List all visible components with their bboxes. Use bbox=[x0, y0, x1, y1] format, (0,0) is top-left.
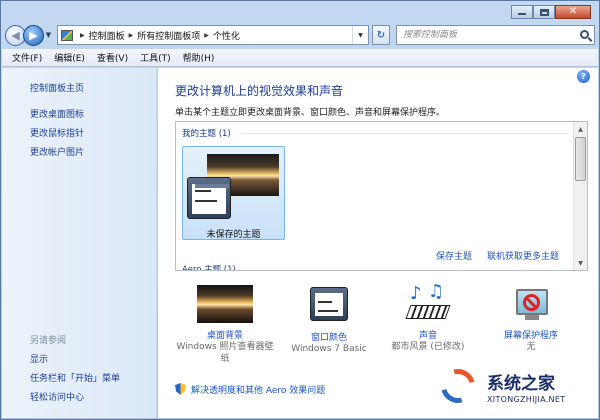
watermark-logo-icon bbox=[434, 362, 482, 410]
control-panel-icon bbox=[61, 29, 73, 41]
breadcrumb-separator-icon[interactable]: ▶ bbox=[80, 32, 85, 39]
breadcrumb-all-items[interactable]: 所有控制面板项 bbox=[137, 29, 200, 42]
window-preview-body bbox=[192, 184, 229, 214]
watermark: 系统之家 XITONGZHIJIA.NET bbox=[434, 362, 600, 420]
screen-saver-item[interactable]: 屏幕保护程序 无 bbox=[476, 285, 586, 353]
ease-of-access-link[interactable]: 轻松访问中心 bbox=[30, 390, 84, 403]
search-icon[interactable] bbox=[580, 30, 589, 39]
theme-list-scrollbar[interactable]: ▲ ▼ bbox=[573, 122, 587, 270]
troubleshoot-aero-link[interactable]: 解决透明度和其他 Aero 效果问题 bbox=[191, 383, 325, 396]
unsaved-theme-tile[interactable]: 未保存的主题 bbox=[182, 146, 285, 240]
refresh-icon: ↻ bbox=[376, 29, 386, 41]
menu-view[interactable]: 查看(V) bbox=[97, 51, 128, 64]
menu-edit[interactable]: 编辑(E) bbox=[54, 51, 85, 64]
refresh-button[interactable]: ↻ bbox=[372, 25, 390, 45]
theme-window-preview bbox=[187, 177, 231, 219]
desktop-background-label[interactable]: 桌面背景 bbox=[170, 328, 280, 341]
recent-pages-dropdown[interactable]: ▼ bbox=[44, 31, 53, 39]
menu-bar: 文件(F) 编辑(E) 查看(V) 工具(T) 帮助(H) bbox=[2, 49, 598, 67]
window-color-label[interactable]: 窗口颜色 bbox=[274, 330, 384, 343]
desktop-background-item[interactable]: 桌面背景 Windows 照片查看器壁 纸 bbox=[170, 285, 280, 365]
sounds-item[interactable]: ♪ ♫ 声音 都市风景 (已修改) bbox=[373, 281, 483, 353]
caption-buttons: ✕ bbox=[511, 5, 591, 19]
close-icon: ✕ bbox=[568, 6, 578, 17]
window-preview-line bbox=[195, 200, 217, 202]
save-theme-link[interactable]: 保存主题 bbox=[436, 249, 472, 262]
change-desktop-icons-link[interactable]: 更改桌面图标 bbox=[30, 107, 84, 120]
maximize-icon bbox=[539, 8, 549, 16]
watermark-url: XITONGZHIJIA.NET bbox=[487, 395, 566, 404]
close-button[interactable]: ✕ bbox=[555, 5, 591, 19]
breadcrumb-control-panel[interactable]: 控制面板 bbox=[89, 29, 125, 42]
back-arrow-icon: ◀ bbox=[11, 28, 20, 42]
forward-arrow-icon: ▶ bbox=[29, 28, 38, 42]
page-title: 更改计算机上的视觉效果和声音 bbox=[175, 84, 344, 98]
sounds-icon: ♪ ♫ bbox=[404, 281, 452, 325]
personalization-window: ✕ ◀ ▶ ▼ ▶ 控制面板 ▶ 所有控制面板项 ▶ 个性化 ▼ ↻ 文件(F)… bbox=[0, 0, 600, 420]
help-icon[interactable]: ? bbox=[577, 70, 590, 83]
change-account-picture-link[interactable]: 更改帐户图片 bbox=[30, 145, 84, 158]
screen-saver-label[interactable]: 屏幕保护程序 bbox=[476, 328, 586, 341]
window-preview-line bbox=[195, 190, 211, 192]
sounds-value: 都市风景 (已修改) bbox=[391, 342, 465, 352]
maximize-button[interactable] bbox=[533, 5, 555, 19]
desktop-background-icon bbox=[197, 285, 253, 323]
display-link[interactable]: 显示 bbox=[30, 352, 48, 365]
desktop-background-value: Windows 照片查看器壁 bbox=[176, 342, 274, 352]
theme-list[interactable]: 我的主题 (1) 未保存的主题 保存主题 联机获取更多主题 Aero 主题 (1… bbox=[175, 121, 588, 271]
unsaved-theme-label: 未保存的主题 bbox=[206, 230, 261, 240]
menu-file[interactable]: 文件(F) bbox=[12, 51, 42, 64]
forward-button[interactable]: ▶ bbox=[23, 24, 44, 46]
breadcrumb-personalization[interactable]: 个性化 bbox=[213, 29, 240, 42]
window-color-item[interactable]: 窗口颜色 Windows 7 Basic bbox=[274, 285, 384, 355]
menu-tools[interactable]: 工具(T) bbox=[140, 51, 171, 64]
sounds-label[interactable]: 声音 bbox=[373, 328, 483, 341]
scroll-down-icon[interactable]: ▼ bbox=[574, 256, 587, 270]
window-color-icon bbox=[310, 287, 348, 321]
get-more-themes-link[interactable]: 联机获取更多主题 bbox=[487, 249, 559, 262]
my-themes-group-label[interactable]: 我的主题 (1) bbox=[182, 127, 231, 139]
window-color-value: Windows 7 Basic bbox=[291, 344, 367, 354]
breadcrumb-separator-icon[interactable]: ▶ bbox=[129, 32, 134, 39]
desktop-background-value-cont: 纸 bbox=[220, 354, 230, 364]
page-description: 单击某个主题立即更改桌面背景、窗口颜色、声音和屏幕保护程序。 bbox=[175, 108, 446, 118]
address-bar[interactable]: ▶ 控制面板 ▶ 所有控制面板项 ▶ 个性化 ▼ bbox=[57, 25, 369, 45]
scroll-up-icon[interactable]: ▲ bbox=[574, 122, 587, 136]
window-preview-titlebar bbox=[195, 184, 229, 188]
scroll-thumb[interactable] bbox=[575, 137, 586, 181]
search-input[interactable] bbox=[403, 30, 543, 40]
minimize-button[interactable] bbox=[511, 5, 533, 19]
taskbar-start-menu-link[interactable]: 任务栏和「开始」菜单 bbox=[30, 371, 120, 384]
change-mouse-pointers-link[interactable]: 更改鼠标指针 bbox=[30, 126, 84, 139]
menu-help[interactable]: 帮助(H) bbox=[183, 51, 215, 64]
shield-icon bbox=[175, 383, 186, 395]
aero-themes-group-label[interactable]: Aero 主题 (1) bbox=[182, 263, 236, 270]
breadcrumb-separator-icon[interactable]: ▶ bbox=[204, 32, 209, 39]
address-dropdown-icon[interactable]: ▼ bbox=[352, 26, 368, 44]
screen-saver-icon bbox=[511, 285, 551, 323]
minimize-icon bbox=[518, 13, 526, 15]
navigation-bar: ◀ ▶ ▼ ▶ 控制面板 ▶ 所有控制面板项 ▶ 个性化 ▼ ↻ bbox=[5, 23, 595, 47]
control-panel-home-link[interactable]: 控制面板主页 bbox=[30, 81, 84, 94]
watermark-text: 系统之家 bbox=[487, 374, 555, 394]
search-box[interactable] bbox=[396, 25, 595, 45]
screen-saver-value: 无 bbox=[526, 342, 536, 352]
see-also-heading: 另请参阅 bbox=[30, 336, 67, 346]
group-divider bbox=[242, 133, 569, 134]
task-pane: 控制面板主页 更改桌面图标 更改鼠标指针 更改帐户图片 另请参阅 显示 任务栏和… bbox=[2, 68, 157, 418]
